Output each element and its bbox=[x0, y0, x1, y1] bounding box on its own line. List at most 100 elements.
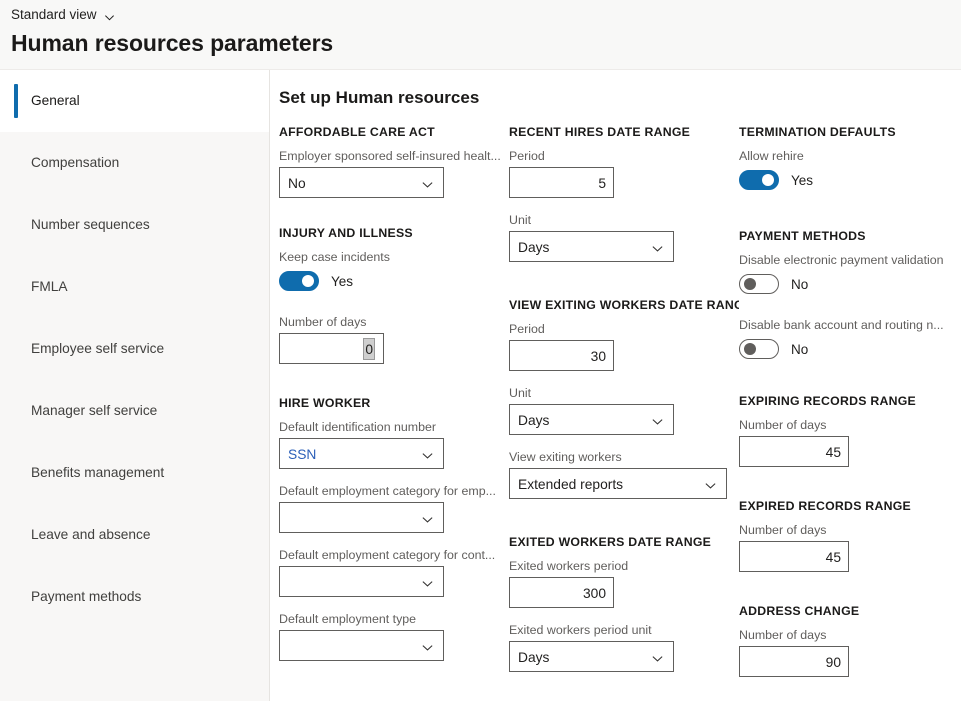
field-default-employment-category-contractor: Default employment category for cont... bbox=[279, 547, 509, 597]
page-header: Standard view Human resources parameters bbox=[0, 0, 961, 70]
sidebar-item-number-sequences[interactable]: Number sequences bbox=[0, 194, 269, 256]
field-keep-case-incidents: Keep case incidents Yes bbox=[279, 249, 509, 294]
group-termination-defaults: TERMINATION DEFAULTS Allow rehire Yes bbox=[739, 125, 961, 193]
field-view-exiting-unit: Unit Days bbox=[509, 385, 739, 435]
field-label: Default employment type bbox=[279, 611, 509, 627]
spacer bbox=[509, 521, 739, 535]
input-value: 45 bbox=[826, 437, 841, 468]
field-default-employment-type: Default employment type bbox=[279, 611, 509, 661]
group-heading: RECENT HIRES DATE RANGE bbox=[509, 125, 739, 139]
group-heading: EXPIRING RECORDS RANGE bbox=[739, 394, 961, 408]
input-value: 45 bbox=[826, 542, 841, 573]
field-label: Employer sponsored self-insured healt... bbox=[279, 148, 509, 164]
field-label: Allow rehire bbox=[739, 148, 961, 164]
toggle-knob bbox=[744, 343, 756, 355]
field-label: Disable electronic payment validation bbox=[739, 252, 961, 268]
injury-number-of-days-input[interactable]: 0 bbox=[279, 333, 384, 364]
chevron-down-icon bbox=[421, 513, 434, 526]
exited-workers-period-input[interactable]: 300 bbox=[509, 577, 614, 608]
sidebar-item-label: Benefits management bbox=[31, 464, 164, 482]
disable-electronic-payment-validation-toggle[interactable] bbox=[739, 274, 779, 294]
field-default-identification-number: Default identification number SSN bbox=[279, 419, 509, 469]
group-payment-methods: PAYMENT METHODS Disable electronic payme… bbox=[739, 229, 961, 362]
sidebar-item-compensation[interactable]: Compensation bbox=[0, 132, 269, 194]
field-view-exiting-workers: View exiting workers Extended reports bbox=[509, 449, 739, 499]
view-exiting-unit-select[interactable]: Days bbox=[509, 404, 674, 435]
recent-hires-period-input[interactable]: 5 bbox=[509, 167, 614, 198]
view-exiting-workers-select[interactable]: Extended reports bbox=[509, 468, 727, 499]
group-heading: INJURY AND ILLNESS bbox=[279, 226, 509, 240]
group-affordable-care-act: AFFORDABLE CARE ACT Employer sponsored s… bbox=[279, 125, 509, 198]
keep-case-incidents-toggle-row: Yes bbox=[279, 268, 509, 294]
default-employment-type-select[interactable] bbox=[279, 630, 444, 661]
select-value: Days bbox=[518, 405, 549, 436]
page-title: Human resources parameters bbox=[11, 28, 333, 58]
field-injury-number-of-days: Number of days 0 bbox=[279, 314, 509, 364]
form-column-2: RECENT HIRES DATE RANGE Period 5 Unit Da… bbox=[509, 125, 739, 694]
spacer bbox=[279, 386, 509, 396]
view-exiting-period-input[interactable]: 30 bbox=[509, 340, 614, 371]
exited-workers-period-unit-select[interactable]: Days bbox=[509, 641, 674, 672]
group-heading: VIEW EXITING WORKERS DATE RANGE bbox=[509, 298, 739, 312]
allow-rehire-toggle[interactable] bbox=[739, 170, 779, 190]
disable-bank-account-toggle[interactable] bbox=[739, 339, 779, 359]
field-label: Default identification number bbox=[279, 419, 509, 435]
field-exited-workers-period: Exited workers period 300 bbox=[509, 558, 739, 608]
default-employment-category-contractor-select[interactable] bbox=[279, 566, 444, 597]
sidebar-item-manager-self-service[interactable]: Manager self service bbox=[0, 380, 269, 442]
default-employment-category-employee-select[interactable] bbox=[279, 502, 444, 533]
field-disable-bank-account-and-routing-number: Disable bank account and routing n... No bbox=[739, 317, 961, 362]
sidebar-item-label: Leave and absence bbox=[31, 526, 151, 544]
field-label: Number of days bbox=[739, 417, 961, 433]
default-identification-number-select[interactable]: SSN bbox=[279, 438, 444, 469]
toggle-knob bbox=[762, 174, 774, 186]
group-recent-hires-date-range: RECENT HIRES DATE RANGE Period 5 Unit Da… bbox=[509, 125, 739, 262]
sidebar-item-label: FMLA bbox=[31, 278, 68, 296]
keep-case-incidents-toggle[interactable] bbox=[279, 271, 319, 291]
input-value: 30 bbox=[591, 341, 606, 372]
field-label: Keep case incidents bbox=[279, 249, 509, 265]
expired-records-number-of-days-input[interactable]: 45 bbox=[739, 541, 849, 572]
app-root: Standard view Human resources parameters… bbox=[0, 0, 961, 701]
sidebar-item-general[interactable]: General bbox=[0, 70, 269, 132]
form-column-1: AFFORDABLE CARE ACT Employer sponsored s… bbox=[279, 125, 509, 683]
sidebar-item-leave-and-absence[interactable]: Leave and absence bbox=[0, 504, 269, 566]
toggle-state-label: No bbox=[791, 277, 808, 292]
toggle-state-label: Yes bbox=[331, 274, 353, 289]
sidebar-item-label: Compensation bbox=[31, 154, 119, 172]
chevron-down-icon bbox=[704, 479, 717, 492]
field-label: Number of days bbox=[739, 522, 961, 538]
field-label: Period bbox=[509, 148, 739, 164]
group-heading: EXPIRED RECORDS RANGE bbox=[739, 499, 961, 513]
recent-hires-unit-select[interactable]: Days bbox=[509, 231, 674, 262]
expiring-records-number-of-days-input[interactable]: 45 bbox=[739, 436, 849, 467]
main-content: Set up Human resources AFFORDABLE CARE A… bbox=[270, 70, 961, 701]
field-allow-rehire: Allow rehire Yes bbox=[739, 148, 961, 193]
field-label: Unit bbox=[509, 212, 739, 228]
sidebar-item-label: Payment methods bbox=[31, 588, 141, 606]
spacer bbox=[739, 489, 961, 499]
sidebar-nav: General Compensation Number sequences FM… bbox=[0, 70, 270, 701]
select-value: Extended reports bbox=[518, 469, 623, 500]
sidebar-item-payment-methods[interactable]: Payment methods bbox=[0, 566, 269, 628]
chevron-down-icon bbox=[104, 10, 115, 21]
group-heading: EXITED WORKERS DATE RANGE bbox=[509, 535, 739, 549]
field-expired-records-number-of-days: Number of days 45 bbox=[739, 522, 961, 572]
field-label: Unit bbox=[509, 385, 739, 401]
field-label: Default employment category for emp... bbox=[279, 483, 509, 499]
employer-sponsored-health-select[interactable]: No bbox=[279, 167, 444, 198]
view-selector[interactable]: Standard view bbox=[11, 6, 115, 24]
field-label: Exited workers period unit bbox=[509, 622, 739, 638]
address-change-number-of-days-input[interactable]: 90 bbox=[739, 646, 849, 677]
field-exited-workers-period-unit: Exited workers period unit Days bbox=[509, 622, 739, 672]
group-heading: PAYMENT METHODS bbox=[739, 229, 961, 243]
input-value: 300 bbox=[583, 578, 606, 609]
field-view-exiting-period: Period 30 bbox=[509, 321, 739, 371]
field-default-employment-category-employee: Default employment category for emp... bbox=[279, 483, 509, 533]
sidebar-item-employee-self-service[interactable]: Employee self service bbox=[0, 318, 269, 380]
sidebar-item-fmla[interactable]: FMLA bbox=[0, 256, 269, 318]
field-label: Default employment category for cont... bbox=[279, 547, 509, 563]
toggle-state-label: Yes bbox=[791, 173, 813, 188]
sidebar-item-benefits-management[interactable]: Benefits management bbox=[0, 442, 269, 504]
chevron-down-icon bbox=[651, 415, 664, 428]
